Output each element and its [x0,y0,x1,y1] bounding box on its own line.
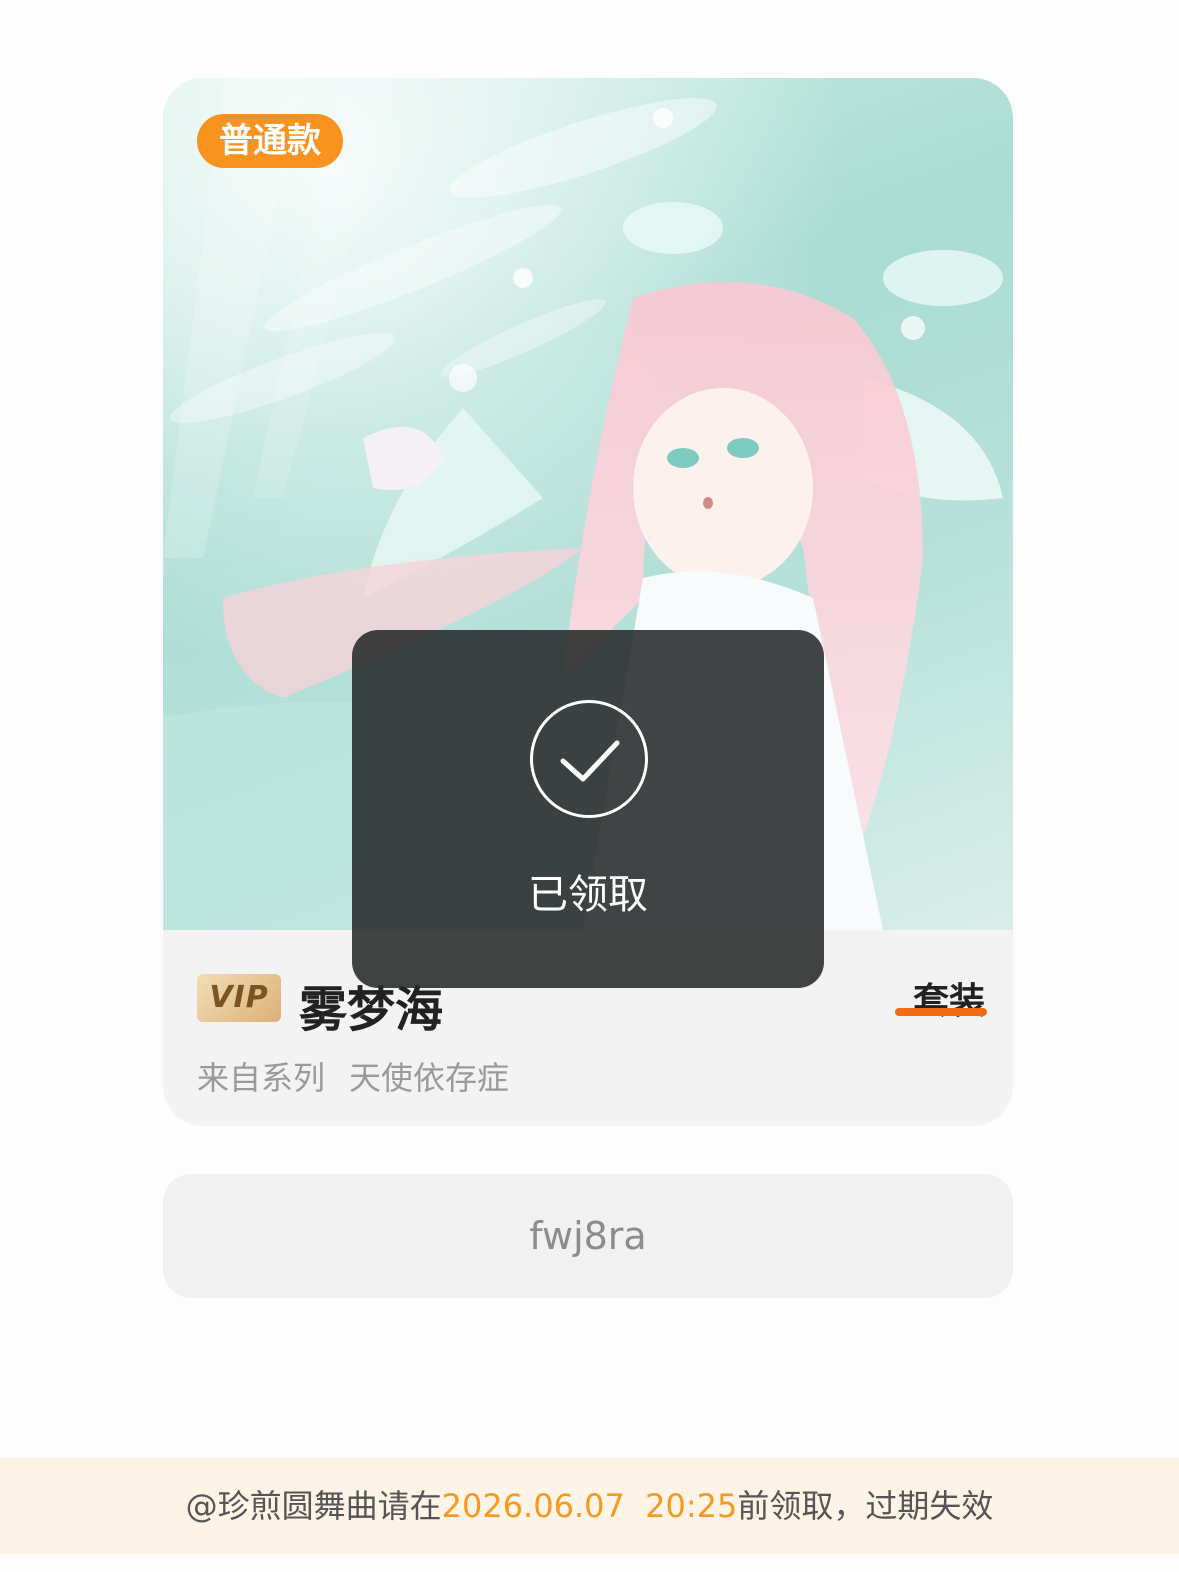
notice-deadline: 2026.06.07 20:25 [441,1487,738,1525]
toast-message: 已领取 [528,872,648,918]
bottom-bar [0,1554,1179,1572]
check-icon [560,740,620,782]
item-type-label: 套装 [912,981,985,1022]
check-circle-icon [530,700,648,818]
vip-badge: VIP [197,974,281,1022]
series-prefix: 来自系列 [197,1059,326,1097]
type-underline [895,1008,987,1016]
expiry-notice: @珍煎圆舞曲请在2026.06.07 20:25前领取，过期失效 [0,1458,1179,1554]
claimed-toast: 已领取 [352,630,824,988]
notice-suffix: 前领取，过期失效 [737,1487,994,1525]
redeem-code-field[interactable]: fwj8ra [163,1174,1013,1298]
notice-prefix: @珍煎圆舞曲请在 [185,1487,442,1525]
tier-badge: 普通款 [197,114,343,168]
series-name: 天使依存症 [349,1059,510,1097]
series-info: 来自系列 天使依存症 [197,1053,509,1099]
